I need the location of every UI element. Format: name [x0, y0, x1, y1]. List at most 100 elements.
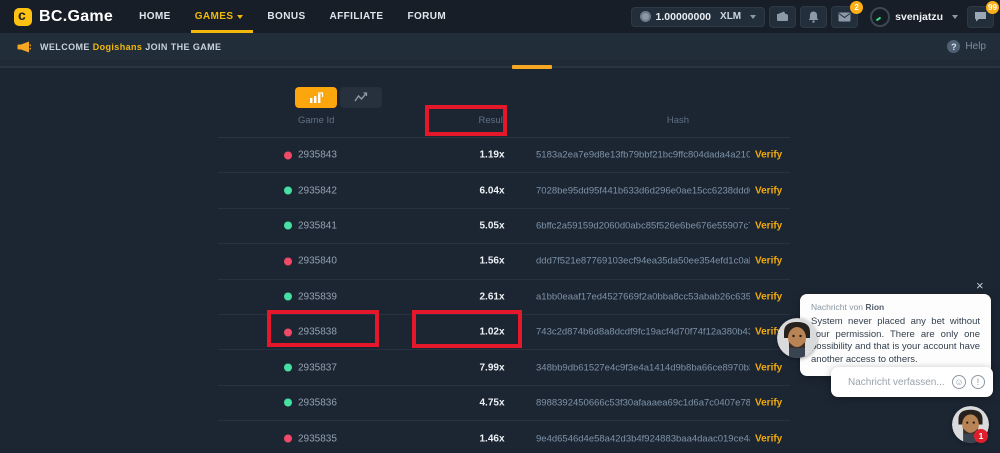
table-row: 2935841 5.05x 6bffc2a59159d2060d0abc85f5… — [218, 209, 790, 244]
game-id-cell: 2935838 — [284, 327, 337, 338]
table-header: Game Id Result Hash — [218, 105, 790, 138]
table-row: 2935836 4.75x 8988392450666c53f30afaaaea… — [218, 386, 790, 421]
balance-selector[interactable]: 1.00000000 XLM — [631, 7, 766, 27]
chevron-down-icon — [750, 15, 756, 19]
chat-input-bar: ☺ ! — [831, 367, 993, 397]
balance-currency: XLM — [720, 11, 741, 22]
question-mark-icon: ? — [947, 40, 960, 53]
announcement-bar: WELCOME Dogishans JOIN THE GAME ? Help — [0, 33, 1000, 60]
game-id-value: 2935836 — [298, 397, 337, 408]
notifications-button[interactable] — [800, 6, 827, 28]
game-id-cell: 2935840 — [284, 256, 337, 267]
username: svenjatzu — [895, 11, 943, 23]
hash-cell: 9e4d6546d4e58a42d3b4f924883baa4daac019ce… — [536, 433, 750, 444]
mail-badge: 2 — [850, 1, 863, 14]
verify-link[interactable]: Verify — [755, 397, 782, 408]
game-id-value: 2935835 — [298, 433, 337, 444]
welcome-message: WELCOME Dogishans JOIN THE GAME — [40, 42, 221, 52]
hash-cell: 743c2d874b6d8a8dcdf9fc19acf4d70f74f12a38… — [536, 327, 750, 338]
table-row: 2935837 7.99x 348bb9db61527e4c9f3e4a1414… — [218, 350, 790, 385]
brand-logo[interactable]: BC.Game — [14, 8, 113, 26]
megaphone-icon — [17, 41, 31, 53]
hash-cell: 5183a2ea7e9d8e13fb79bbf21bc9ffc804dada4a… — [536, 150, 750, 161]
help-link[interactable]: ? Help — [947, 40, 986, 53]
result-status-dot — [284, 364, 292, 372]
chevron-down-icon — [237, 15, 243, 19]
envelope-icon — [838, 12, 851, 22]
game-id-cell: 2935836 — [284, 397, 337, 408]
nav-games[interactable]: GAMES — [195, 0, 244, 33]
verify-link[interactable]: Verify — [755, 291, 782, 302]
result-cell: 1.19x — [442, 150, 542, 161]
header-controls: 1.00000000 XLM — [631, 0, 994, 33]
verify-link[interactable]: Verify — [755, 362, 782, 373]
result-cell: 6.04x — [442, 185, 542, 196]
game-id-value: 2935838 — [298, 327, 337, 338]
table-row: 2935839 2.61x a1bb0eaaf17ed4527669f2a0bb… — [218, 280, 790, 315]
table-body: 2935843 1.19x 5183a2ea7e9d8e13fb79bbf21b… — [218, 138, 790, 453]
result-status-dot — [284, 257, 292, 265]
chevron-down-icon — [952, 15, 958, 19]
column-header-game-id: Game Id — [298, 115, 334, 126]
emoji-icon[interactable]: ☺ — [952, 375, 966, 389]
chat-toggle-button[interactable]: 99 — [967, 6, 994, 28]
coin-icon — [640, 11, 651, 22]
bcgame-page: BC.Game HOME GAMES BONUS AFFILIATE FORUM… — [0, 0, 1000, 453]
result-cell: 4.75x — [442, 397, 542, 408]
user-menu[interactable]: svenjatzu — [870, 7, 958, 27]
chat-message-input[interactable] — [848, 377, 947, 388]
balance-amount: 1.00000000 — [656, 11, 711, 23]
verify-link[interactable]: Verify — [755, 185, 782, 196]
hash-cell: 7028be95dd95f441b633d6d296e0ae15cc6238dd… — [536, 185, 750, 196]
result-cell: 1.46x — [442, 433, 542, 444]
chat-message-text: System never placed any bet without your… — [811, 316, 980, 366]
verify-link[interactable]: Verify — [755, 433, 782, 444]
wallet-button[interactable] — [769, 6, 796, 28]
bar-chart-icon — [309, 92, 324, 104]
active-tab-indicator — [512, 65, 552, 69]
nav-forum[interactable]: FORUM — [408, 0, 447, 33]
game-id-value: 2935842 — [298, 185, 337, 196]
table-row: 2935842 6.04x 7028be95dd95f441b633d6d296… — [218, 173, 790, 208]
chat-sender-name: Rion — [865, 302, 884, 312]
nav-home[interactable]: HOME — [139, 0, 171, 33]
user-avatar — [870, 7, 890, 27]
verify-link[interactable]: Verify — [755, 256, 782, 267]
result-status-dot — [284, 187, 292, 195]
hash-cell: a1bb0eaaf17ed4527669f2a0bba8cc53abab26c6… — [536, 291, 750, 302]
top-navigation-bar: BC.Game HOME GAMES BONUS AFFILIATE FORUM… — [0, 0, 1000, 33]
tab-strip — [0, 60, 1000, 68]
result-status-dot — [284, 222, 292, 230]
chat-sender-avatar — [777, 318, 817, 358]
column-header-result: Result — [442, 115, 542, 126]
chat-message-card: Nachricht von Rion System never placed a… — [800, 294, 991, 376]
hash-cell: 8988392450666c53f30afaaaea69c1d6a7c0407e… — [536, 397, 750, 408]
verify-link[interactable]: Verify — [755, 220, 782, 231]
game-id-cell: 2935841 — [284, 220, 337, 231]
table-row: 2935838 1.02x 743c2d874b6d8a8dcdf9fc19ac… — [218, 315, 790, 350]
chat-sender-label: Nachricht von Rion — [811, 302, 980, 312]
messages-button[interactable]: 2 — [831, 6, 858, 28]
table-row: 2935843 1.19x 5183a2ea7e9d8e13fb79bbf21b… — [218, 138, 790, 173]
result-status-dot — [284, 435, 292, 443]
hash-cell: 6bffc2a59159d2060d0abc85f526e6be676e5590… — [536, 220, 750, 231]
result-status-dot — [284, 328, 292, 336]
game-id-value: 2935837 — [298, 362, 337, 373]
game-id-cell: 2935837 — [284, 362, 337, 373]
result-cell: 1.02x — [442, 327, 542, 338]
nav-affiliate[interactable]: AFFILIATE — [330, 0, 384, 33]
brand-name: BC.Game — [39, 8, 113, 26]
column-header-hash: Hash — [618, 115, 738, 126]
nav-bonus[interactable]: BONUS — [267, 0, 305, 33]
game-id-value: 2935841 — [298, 220, 337, 231]
welcomed-player-name: Dogishans — [93, 42, 143, 52]
chat-count-badge: 99 — [986, 1, 999, 14]
result-status-dot — [284, 293, 292, 301]
verify-link[interactable]: Verify — [755, 150, 782, 161]
result-cell: 7.99x — [442, 362, 542, 373]
game-history-table: Game Id Result Hash 2935843 1.19x 5183a2… — [218, 105, 790, 453]
game-id-cell: 2935842 — [284, 185, 337, 196]
info-icon[interactable]: ! — [971, 375, 985, 389]
hash-cell: 348bb9db61527e4c9f3e4a1414d9b8ba66ce8970… — [536, 362, 750, 373]
chat-close-button[interactable]: × — [976, 278, 984, 293]
